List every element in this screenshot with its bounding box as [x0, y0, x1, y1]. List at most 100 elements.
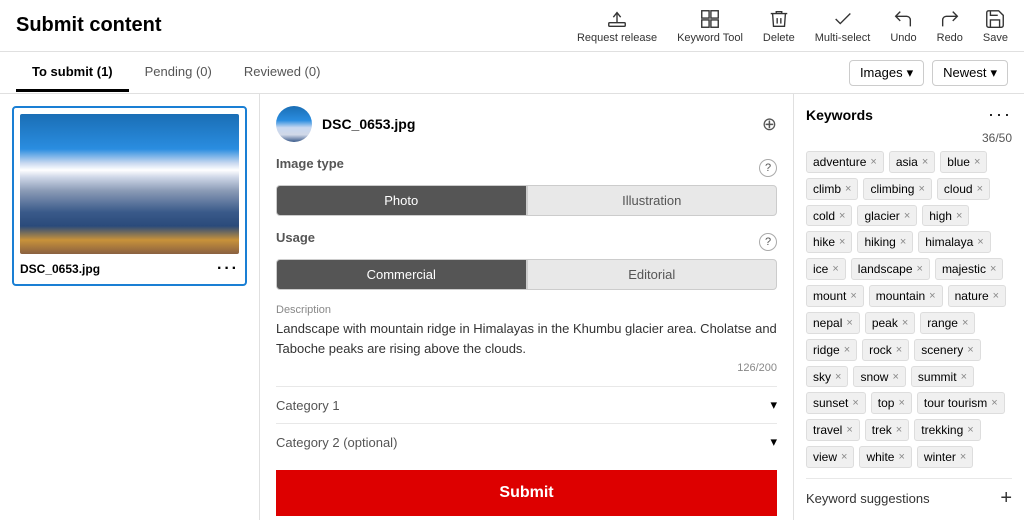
suggestions-label: Keyword suggestions	[806, 491, 930, 506]
chevron-down-icon: ▾	[770, 434, 777, 450]
submit-section: Submit	[276, 460, 777, 516]
tag-remove-icon[interactable]: ×	[967, 424, 973, 436]
tag-remove-icon[interactable]: ×	[896, 344, 902, 356]
category1-row[interactable]: Category 1 ▾	[276, 386, 777, 423]
chevron-down-icon: ▾	[907, 65, 914, 81]
keyword-tool-button[interactable]: Keyword Tool	[677, 8, 743, 44]
tag: sunset×	[806, 392, 866, 414]
tag-remove-icon[interactable]: ×	[904, 210, 910, 222]
detail-filename: DSC_0653.jpg	[322, 116, 752, 132]
tag: blue×	[940, 151, 987, 173]
tag-remove-icon[interactable]: ×	[993, 290, 999, 302]
redo-button[interactable]: Redo	[937, 8, 963, 44]
tag-remove-icon[interactable]: ×	[918, 183, 924, 195]
grid-icon	[699, 8, 721, 30]
category2-row[interactable]: Category 2 (optional) ▾	[276, 423, 777, 460]
save-button[interactable]: Save	[983, 8, 1008, 44]
filter-type[interactable]: Images ▾	[849, 60, 924, 86]
editorial-button[interactable]: Editorial	[527, 259, 778, 290]
tag: view×	[806, 446, 854, 468]
image-card[interactable]: DSC_0653.jpg ···	[12, 106, 247, 286]
photo-button[interactable]: Photo	[276, 185, 527, 216]
tab-pending[interactable]: Pending (0)	[129, 54, 228, 92]
tag-remove-icon[interactable]: ×	[844, 344, 850, 356]
tag-remove-icon[interactable]: ×	[961, 371, 967, 383]
description-label: Description	[276, 304, 777, 316]
tag: range×	[920, 312, 975, 334]
tag-remove-icon[interactable]: ×	[900, 236, 906, 248]
page-title: Submit content	[16, 14, 577, 37]
tag-remove-icon[interactable]: ×	[956, 210, 962, 222]
tabs-bar: To submit (1) Pending (0) Reviewed (0) I…	[0, 52, 1024, 94]
zoom-icon[interactable]: ⊕	[762, 114, 777, 135]
tag: mount×	[806, 285, 864, 307]
tag-remove-icon[interactable]: ×	[929, 290, 935, 302]
tag: trek×	[865, 419, 909, 441]
tag-remove-icon[interactable]: ×	[974, 156, 980, 168]
image-name-row: DSC_0653.jpg ···	[20, 260, 239, 278]
header: Submit content Request release Keyword T…	[0, 0, 1024, 52]
add-keyword-suggestion-icon[interactable]: +	[1000, 487, 1012, 510]
tag-remove-icon[interactable]: ×	[977, 236, 983, 248]
tag-remove-icon[interactable]: ×	[977, 183, 983, 195]
tab-reviewed[interactable]: Reviewed (0)	[228, 54, 337, 92]
tag: nature×	[948, 285, 1006, 307]
chevron-down-icon: ▾	[770, 397, 777, 413]
delete-button[interactable]: Delete	[763, 8, 795, 44]
tag-remove-icon[interactable]: ×	[922, 156, 928, 168]
tag-remove-icon[interactable]: ×	[839, 236, 845, 248]
tag-remove-icon[interactable]: ×	[835, 371, 841, 383]
illustration-button[interactable]: Illustration	[527, 185, 778, 216]
tag-remove-icon[interactable]: ×	[870, 156, 876, 168]
undo-button[interactable]: Undo	[890, 8, 916, 44]
tag-remove-icon[interactable]: ×	[839, 210, 845, 222]
tag-remove-icon[interactable]: ×	[967, 344, 973, 356]
tag: white×	[859, 446, 911, 468]
chevron-down-icon: ▾	[990, 65, 997, 81]
keywords-tags: adventure×asia×blue×climb×climbing×cloud…	[806, 151, 1012, 468]
tag: travel×	[806, 419, 860, 441]
category1-label: Category 1	[276, 398, 340, 413]
tag: climb×	[806, 178, 858, 200]
filter-sort[interactable]: Newest ▾	[932, 60, 1008, 86]
tag: scenery×	[914, 339, 980, 361]
tag-remove-icon[interactable]: ×	[898, 397, 904, 409]
commercial-button[interactable]: Commercial	[276, 259, 527, 290]
submit-button[interactable]: Submit	[276, 470, 777, 516]
keywords-menu[interactable]: ···	[988, 104, 1012, 125]
tag: snow×	[853, 366, 905, 388]
tag-remove-icon[interactable]: ×	[852, 397, 858, 409]
tag-remove-icon[interactable]: ×	[846, 424, 852, 436]
tag-remove-icon[interactable]: ×	[991, 397, 997, 409]
tag: summit×	[911, 366, 974, 388]
tag-remove-icon[interactable]: ×	[892, 371, 898, 383]
tag-remove-icon[interactable]: ×	[960, 451, 966, 463]
tag-remove-icon[interactable]: ×	[898, 451, 904, 463]
tag: rock×	[862, 339, 909, 361]
tab-to-submit[interactable]: To submit (1)	[16, 54, 129, 92]
usage-help[interactable]: ?	[759, 233, 777, 251]
tag: ridge×	[806, 339, 857, 361]
tag-remove-icon[interactable]: ×	[896, 424, 902, 436]
image-type-label: Image type	[276, 156, 344, 171]
tag: top×	[871, 392, 912, 414]
char-count: 126/200	[276, 362, 777, 374]
tag: cold×	[806, 205, 852, 227]
tag-remove-icon[interactable]: ×	[846, 317, 852, 329]
tag-remove-icon[interactable]: ×	[990, 263, 996, 275]
tag-remove-icon[interactable]: ×	[845, 183, 851, 195]
tag-remove-icon[interactable]: ×	[902, 317, 908, 329]
description-text[interactable]: Landscape with mountain ridge in Himalay…	[276, 319, 777, 358]
tag-remove-icon[interactable]: ×	[832, 263, 838, 275]
request-release-button[interactable]: Request release	[577, 8, 657, 44]
tag-remove-icon[interactable]: ×	[841, 451, 847, 463]
image-context-menu[interactable]: ···	[217, 260, 239, 278]
detail-header: DSC_0653.jpg ⊕	[276, 106, 777, 142]
tag-remove-icon[interactable]: ×	[917, 263, 923, 275]
tag-remove-icon[interactable]: ×	[962, 317, 968, 329]
image-thumbnail	[20, 114, 239, 254]
image-type-help[interactable]: ?	[759, 159, 777, 177]
tag-remove-icon[interactable]: ×	[850, 290, 856, 302]
keywords-header: Keywords ···	[806, 104, 1012, 125]
multi-select-button[interactable]: Multi-select	[815, 8, 871, 44]
